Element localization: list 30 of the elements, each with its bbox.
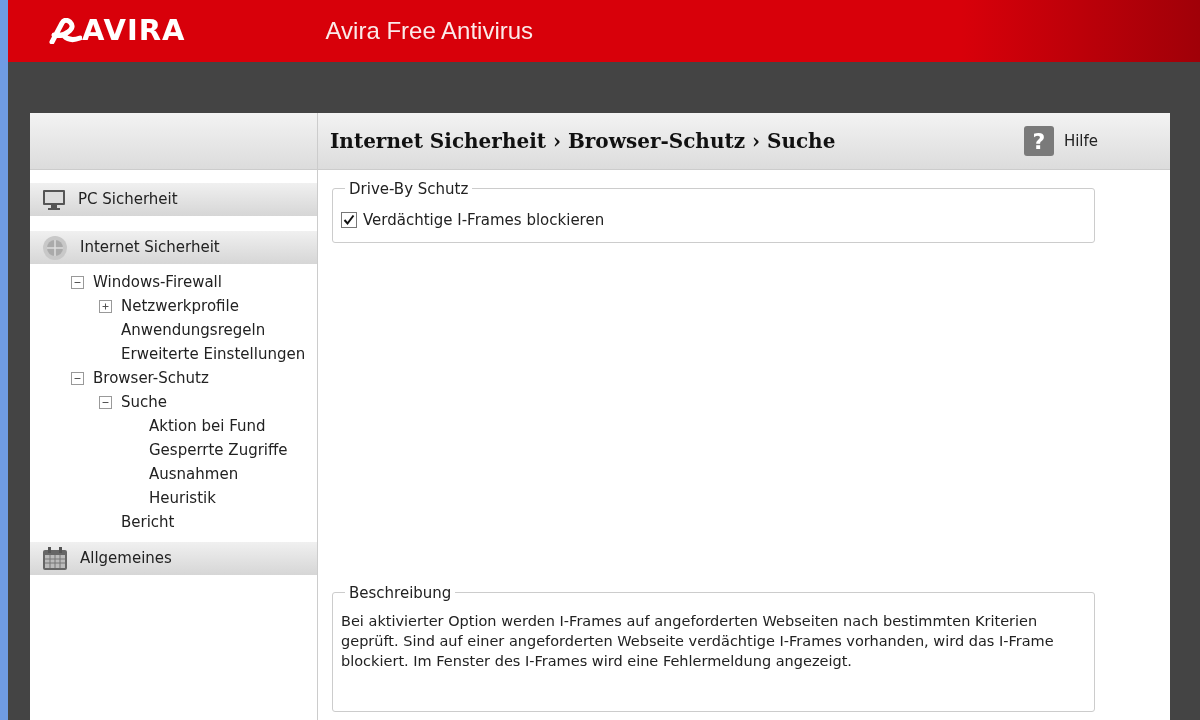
monitor-icon bbox=[42, 188, 66, 211]
tree-item[interactable]: Gesperrte Zugriffe bbox=[30, 438, 317, 462]
sidebar-section[interactable]: Allgemeines bbox=[30, 542, 317, 575]
checkbox[interactable]: Verdächtige I-Frames blockieren bbox=[341, 209, 605, 232]
logo-text: AVIRA bbox=[82, 12, 186, 50]
tree-item[interactable]: Netzwerkprofile bbox=[30, 294, 317, 318]
sidebar-section[interactable]: Internet Sicherheit bbox=[30, 231, 317, 264]
globe-icon bbox=[42, 234, 68, 261]
tree-item[interactable]: Heuristik bbox=[30, 486, 317, 510]
tree-item[interactable]: Ausnahmen bbox=[30, 462, 317, 486]
collapse-icon[interactable] bbox=[71, 371, 84, 385]
tree-item[interactable]: Anwendungsregeln bbox=[30, 318, 317, 342]
calendar-icon bbox=[42, 546, 68, 571]
breadcrumb: Internet Sicherheit › Browser-Schutz › Suche bbox=[330, 128, 836, 155]
collapse-icon[interactable] bbox=[71, 275, 84, 289]
help-button[interactable]: ? Hilfe bbox=[1023, 126, 1098, 156]
expand-icon[interactable] bbox=[99, 299, 112, 313]
sidebar-section[interactable]: PC Sicherheit bbox=[30, 183, 317, 216]
umbrella-logo-icon bbox=[48, 18, 82, 44]
checkbox-icon bbox=[341, 212, 357, 229]
tree-item[interactable]: Windows-Firewall bbox=[30, 270, 317, 294]
collapse-icon[interactable] bbox=[99, 395, 112, 409]
app-title: Avira Free Antivirus bbox=[325, 16, 534, 46]
help-icon: ? bbox=[1023, 126, 1054, 156]
tree-item[interactable]: Browser-Schutz bbox=[30, 366, 317, 390]
description-text: Bei aktivierter Option werden I-Frames auf angeforderten Webseiten nach bestimmten Kriterien geprüft. Sind auf einer angeforderten Webseite verdächtige I-Frames vorhanden, wird das I-Frame blockiert. Im Fenster des I-Frames wird eine Fehlermeldung angezeigt. bbox=[341, 612, 1055, 671]
tree-item[interactable]: Suche bbox=[30, 390, 317, 414]
tree-item[interactable]: Aktion bei Fund bbox=[30, 414, 317, 438]
tree-item[interactable]: Erweiterte Einstellungen bbox=[30, 342, 317, 366]
tree-item[interactable]: Bericht bbox=[30, 510, 317, 534]
